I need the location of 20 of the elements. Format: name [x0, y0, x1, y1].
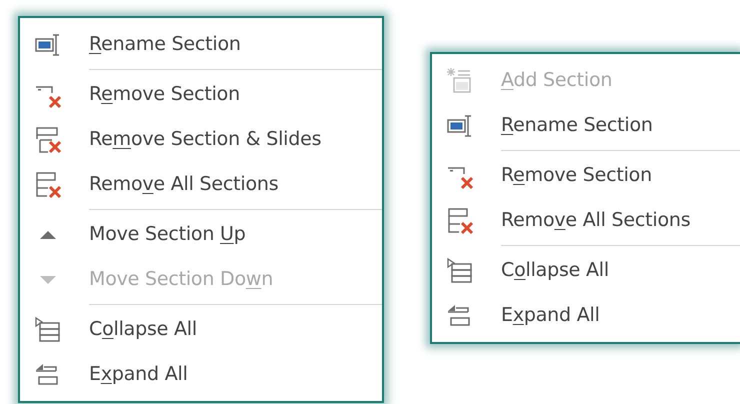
collapse-all-icon	[34, 316, 62, 344]
menu-item[interactable]: Expand All	[501, 301, 600, 330]
remove-all-sections-icon	[34, 170, 62, 198]
menu-item[interactable]: Move Section Up	[89, 220, 246, 249]
menu-item[interactable]: Rename Section	[501, 111, 653, 140]
menu-item[interactable]: Collapse All	[89, 315, 197, 344]
menu-item[interactable]: Expand All	[89, 360, 188, 389]
remove-section-slides-icon	[34, 126, 62, 154]
menu-item[interactable]: Collapse All	[501, 256, 609, 285]
collapse-all-icon	[446, 256, 474, 284]
menu-item[interactable]: Remove All Sections	[501, 206, 690, 235]
down-triangle-icon	[40, 276, 56, 284]
up-triangle-icon	[40, 230, 56, 238]
menu-item[interactable]: Remove Section	[501, 161, 652, 190]
add-section-icon	[446, 66, 474, 94]
menu-item[interactable]: Rename Section	[89, 30, 241, 59]
menu-item[interactable]: Remove Section	[89, 80, 240, 109]
menu-item[interactable]: Remove Section & Slides	[89, 125, 322, 154]
remove-all-sections-icon	[446, 206, 474, 234]
menu-item[interactable]: Remove All Sections	[89, 170, 278, 199]
